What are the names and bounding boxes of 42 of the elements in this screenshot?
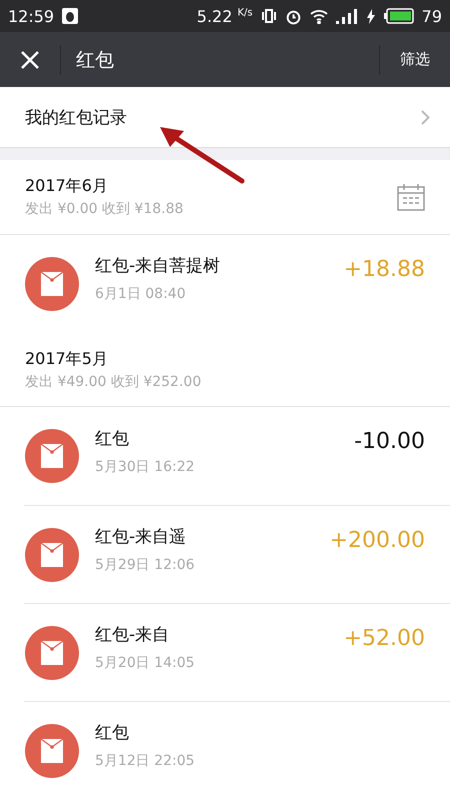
close-icon — [20, 50, 40, 70]
transaction-title: 红包-来自菩提树 — [95, 255, 222, 278]
transaction-amount: +52.00 — [344, 626, 425, 651]
transaction-amount: +200.00 — [330, 528, 425, 553]
page-title: 红包 — [76, 48, 114, 73]
month-summary: 发出 ¥0.00 收到 ¥18.88 — [25, 200, 184, 218]
envelope-icon — [25, 429, 79, 484]
battery-percent: 79 — [422, 6, 442, 26]
envelope-icon — [25, 256, 79, 311]
signal-icon — [336, 8, 358, 24]
transaction-title: 红包 — [95, 428, 130, 450]
transaction-row[interactable]: 红包-来自 5月20日 14:05 +52.00 — [0, 604, 450, 702]
transaction-time: 6月1日 08:40 — [95, 285, 187, 304]
month-summary: 发出 ¥49.00 收到 ¥252.00 — [25, 372, 202, 391]
transaction-row[interactable]: 红包 5月12日 22:05 — [0, 702, 450, 800]
transaction-time: 5月29日 12:06 — [95, 556, 196, 574]
transaction-title: 红包-来自 — [95, 624, 170, 646]
month-title: 2017年5月 — [25, 348, 109, 370]
packet-record-link[interactable]: 我的红包记录 — [0, 87, 450, 148]
filter-button[interactable]: 筛选 — [380, 32, 450, 88]
clock: 12:59 — [8, 6, 54, 26]
envelope-icon — [25, 528, 79, 582]
transaction-amount: -10.00 — [354, 429, 425, 454]
transaction-time: 5月20日 14:05 — [95, 654, 196, 672]
battery-icon — [384, 8, 414, 24]
transaction-time: 5月30日 16:22 — [95, 458, 196, 476]
transaction-row[interactable]: 红包-来自菩提树 6月1日 08:40 +18.88 — [0, 234, 450, 333]
vibrate-icon — [260, 8, 277, 24]
transaction-row[interactable]: 红包 5月30日 16:22 -10.00 — [0, 407, 450, 506]
chevron-right-icon — [421, 110, 430, 125]
transaction-title: 红包 — [95, 722, 130, 744]
charging-icon — [366, 8, 376, 24]
transaction-time: 5月12日 22:05 — [95, 752, 196, 770]
envelope-icon — [25, 724, 79, 778]
transaction-amount: +18.88 — [344, 256, 425, 282]
network-speed: 5.22 $^{K/s}$ — [196, 6, 253, 26]
envelope-icon — [25, 626, 79, 680]
calendar-icon[interactable] — [397, 182, 425, 211]
wifi-icon — [310, 8, 328, 24]
transaction-row[interactable]: 红包-来自遥 5月29日 12:06 +200.00 — [0, 506, 450, 604]
month-title: 2017年6月 — [25, 176, 109, 197]
transaction-title: 红包-来自遥 — [95, 526, 188, 548]
